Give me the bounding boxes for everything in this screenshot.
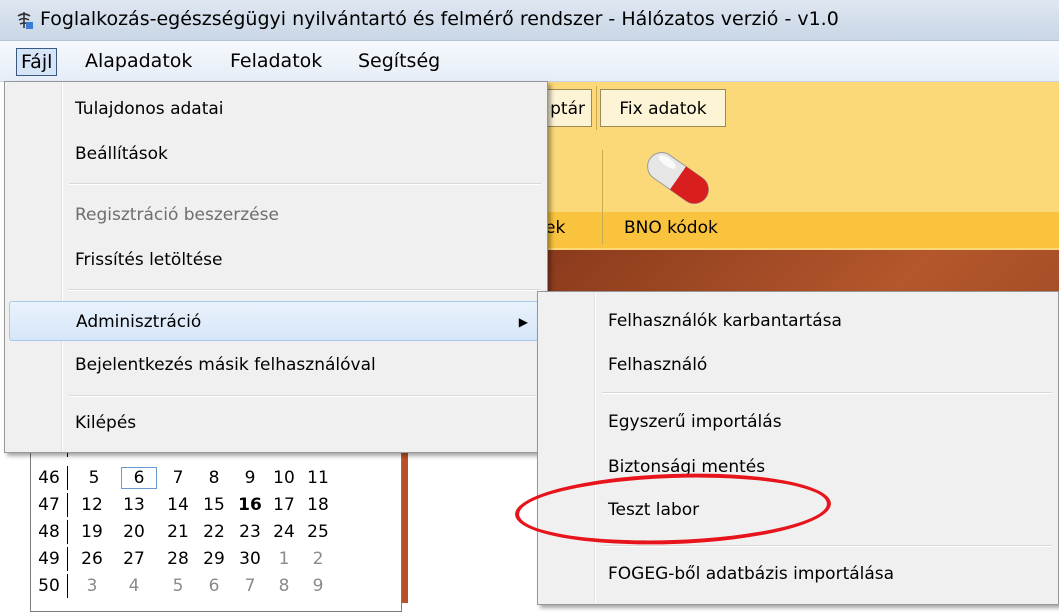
menu-bar: Fájl Alapadatok Feladatok Segítség [0,41,1059,82]
week-number: 47 [31,493,68,517]
calendar-day[interactable]: 7 [161,466,195,490]
calendar-day[interactable]: 8 [197,466,231,490]
menu-separator [602,545,1052,547]
submenu-arrow-icon: ▶ [518,315,528,329]
calendar-day[interactable]: 2 [301,547,335,571]
calendar-day[interactable]: 11 [301,466,335,490]
calendar-day[interactable]: 14 [161,493,195,517]
calendar-day[interactable]: 25 [301,520,335,544]
menu-item-settings[interactable]: Beállítások [9,134,543,174]
calendar-row: 48 19 20 21 22 23 24 25 [31,520,401,544]
calendar-day[interactable]: 10 [267,466,301,490]
week-number: 48 [31,520,68,544]
menu-item-administration[interactable]: Adminisztráció ▶ [9,301,543,341]
menu-item-download-update[interactable]: Frissítés letöltése [9,240,543,280]
calendar-day[interactable]: 22 [197,520,231,544]
menu-item-exit[interactable]: Kilépés [9,403,543,443]
menu-item-label: Kilépés [75,413,137,433]
calendar-day[interactable]: 4 [117,574,151,598]
menu-item-label: Frissítés letöltése [75,250,223,270]
calendar-day[interactable]: 18 [301,493,335,517]
menu-item-switch-user[interactable]: Bejelentkezés másik felhasználóval [9,345,543,385]
toolbar-divider [602,150,603,244]
calendar-row: 50 3 4 5 6 7 8 9 [31,574,401,598]
calendar-day[interactable]: 30 [233,547,267,571]
menu-item-label: Egyszerű importálás [608,412,782,432]
toolbar-label-strip [545,212,1059,248]
menu-item-label: Adminisztráció [76,312,202,332]
calendar-day[interactable]: 23 [233,520,267,544]
calendar-day[interactable]: 26 [75,547,109,571]
menu-item-label: Felhasználó [608,355,708,375]
calendar-day[interactable]: 8 [267,574,301,598]
menu-feladatok[interactable]: Feladatok [226,48,326,74]
menu-item-label: FOGEG-ből adatbázis importálása [608,564,895,584]
calendar-day[interactable]: 13 [117,493,151,517]
calendar-row: 46 5 6 7 8 9 10 11 [31,466,401,490]
week-number: 49 [31,547,68,571]
calendar-day[interactable]: 9 [233,466,267,490]
menu-separator [69,183,541,185]
calendar-day[interactable]: 7 [233,574,267,598]
menu-item-user-maintenance[interactable]: Felhasználók karbantartása [542,301,1054,341]
pill-icon[interactable] [638,150,718,206]
app-icon [17,12,33,29]
calendar: 45 29 30 31 1 2 3 4 46 5 6 7 8 9 10 11 4… [30,440,402,612]
calendar-day[interactable]: 27 [117,547,151,571]
menu-item-label: Tulajdonos adatai [75,99,224,119]
menu-item-label: Regisztráció beszerzése [75,205,279,225]
admin-submenu: Felhasználók karbantartása Felhasználó E… [537,291,1059,605]
calendar-day[interactable]: 9 [301,574,335,598]
file-menu: Tulajdonos adatai Beállítások Regisztrác… [4,81,548,453]
menu-item-simple-import[interactable]: Egyszerű importálás [542,402,1054,442]
menu-item-label: Bejelentkezés másik felhasználóval [75,355,376,375]
menu-item-user[interactable]: Felhasználó [542,345,1054,385]
menu-item-label: Beállítások [75,144,168,164]
calendar-day[interactable]: 24 [267,520,301,544]
calendar-day[interactable]: 3 [75,574,109,598]
calendar-day[interactable]: 1 [267,547,301,571]
fix-data-button[interactable]: Fix adatok [600,89,726,127]
calendar-day[interactable]: 6 [197,574,231,598]
menu-separator [69,395,541,397]
week-number: 46 [31,466,68,490]
calendar-day[interactable]: 19 [75,520,109,544]
week-number: 50 [31,574,68,598]
menu-item-fogeg-import[interactable]: FOGEG-ből adatbázis importálása [542,554,1054,594]
menu-alapadatok[interactable]: Alapadatok [81,48,196,74]
menu-item-label: Felhasználók karbantartása [608,311,842,331]
calendar-day-selected[interactable]: 6 [121,467,157,489]
calendar-day[interactable]: 5 [77,466,111,490]
calendar-day[interactable]: 17 [267,493,301,517]
bno-codes-label[interactable]: BNO kódok [624,218,718,238]
menu-item-owner-data[interactable]: Tulajdonos adatai [9,89,543,129]
menu-segitseg[interactable]: Segítség [354,48,444,74]
calendar-day[interactable]: 12 [75,493,109,517]
calendar-day[interactable]: 29 [197,547,231,571]
menu-item-registration: Regisztráció beszerzése [9,195,543,235]
toolbar-divider [596,86,597,130]
toolbar-label-partial: ek [545,218,566,238]
calendar-day[interactable]: 5 [161,574,195,598]
menu-separator [69,289,541,291]
calendar-day[interactable]: 28 [161,547,195,571]
calendar-day[interactable]: 15 [197,493,231,517]
calendar-day[interactable]: 21 [161,520,195,544]
window-title: Foglalkozás-egészségügyi nyilvántartó és… [40,8,839,30]
calendar-day-today[interactable]: 16 [233,493,267,517]
calendar-day[interactable]: 20 [117,520,151,544]
calendar-row: 49 26 27 28 29 30 1 2 [31,547,401,571]
menu-separator [602,392,1052,394]
calendar-row: 47 12 13 14 15 16 17 18 [31,493,401,517]
title-bar: Foglalkozás-egészségügyi nyilvántartó és… [0,0,1059,41]
menu-file[interactable]: Fájl [16,48,58,76]
